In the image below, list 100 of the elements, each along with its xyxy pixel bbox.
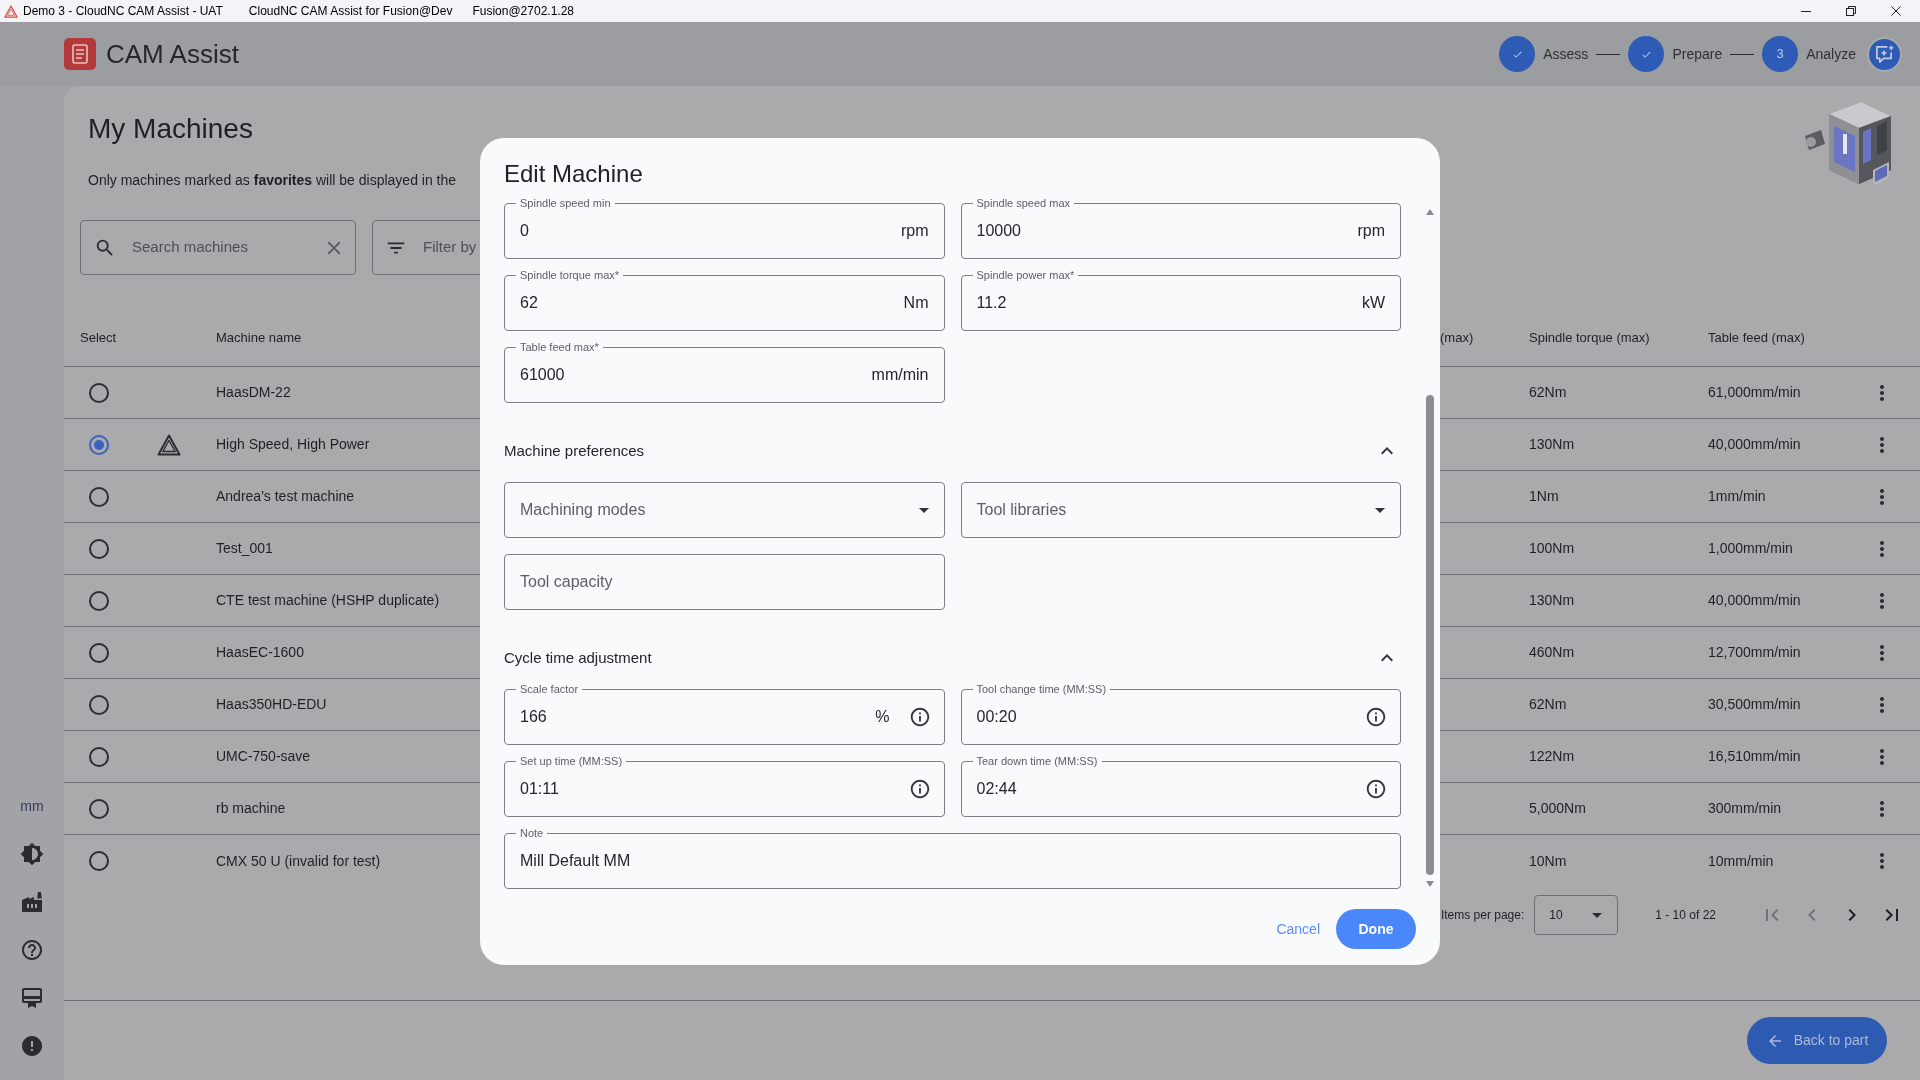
column-header: Table feed (max) xyxy=(1708,328,1805,347)
radio-button[interactable] xyxy=(89,746,109,767)
machine-name-cell-text: Test_001 xyxy=(216,539,273,558)
table-feed-cell-text: 10mm/min xyxy=(1708,851,1774,871)
field-label: Tear down time (MM:SS) xyxy=(975,755,1099,767)
section-title: Machine preferences xyxy=(504,440,645,461)
step-label: Assess xyxy=(1543,44,1589,64)
help-icon[interactable] xyxy=(20,938,44,962)
spindle-torque-cell-text: 130Nm xyxy=(1529,435,1575,454)
table-feed-cell-text: 300mm/min xyxy=(1708,799,1782,818)
brightness-icon[interactable] xyxy=(20,842,44,866)
feedback-button[interactable] xyxy=(1867,36,1902,72)
input-field[interactable]: Spindle power max* 11.2 kW xyxy=(960,269,1401,331)
field-label: Scale factor xyxy=(519,683,580,695)
input-field[interactable]: Spindle speed min 0 rpm xyxy=(504,197,945,259)
input-field[interactable]: Tear down time (MM:SS) 02:44 xyxy=(960,755,1401,817)
table-feed-cell-text: 30,500mm/min xyxy=(1708,695,1801,714)
page-size-select[interactable]: 10 xyxy=(1534,895,1619,935)
radio-button[interactable] xyxy=(89,486,109,507)
unit-toggle[interactable]: mm xyxy=(20,794,44,818)
note-field[interactable]: Note Mill Default MM xyxy=(504,827,1401,889)
field-label: Spindle speed min xyxy=(519,197,612,209)
machine-name-cell-text: High Speed, High Power xyxy=(216,435,370,454)
dialog-title: Edit Machine xyxy=(504,160,643,187)
spindle-torque-cell-text: 130Nm xyxy=(1529,591,1575,610)
input-field[interactable]: Scale factor 166 % xyxy=(504,683,945,745)
table-feed-cell-text: 40,000mm/min xyxy=(1708,435,1801,454)
field-label: Table feed max* xyxy=(519,341,600,353)
field-label: Spindle torque max* xyxy=(519,269,621,281)
app-name: CAM Assist xyxy=(106,38,239,70)
spindle-torque-cell-text: 122Nm xyxy=(1529,747,1575,766)
input-field[interactable]: Table feed max* 61000 mm/min xyxy=(504,341,945,403)
column-header: (max) xyxy=(1440,328,1474,347)
unit-label: mm/min xyxy=(871,365,929,385)
dropdown-caret-icon xyxy=(1375,507,1385,513)
radio-button[interactable] xyxy=(89,434,109,455)
spindle-torque-cell-text: 100Nm xyxy=(1529,539,1575,558)
radio-button[interactable] xyxy=(89,642,109,663)
field-label: Tool change time (MM:SS) xyxy=(975,683,1108,695)
field-label: Spindle speed max xyxy=(975,197,1072,209)
spindle-torque-cell-text: 1Nm xyxy=(1529,487,1559,506)
table-feed-cell-text: 1mm/min xyxy=(1708,487,1766,506)
field-label: Spindle power max* xyxy=(975,269,1076,281)
notice-text: Only machines marked as favorites will be displayed in the xyxy=(88,171,457,190)
spindle-torque-cell-text: 62Nm xyxy=(1529,383,1567,402)
page-title: My Machines xyxy=(88,112,253,146)
input-field[interactable]: Set up time (MM:SS) 01:11 xyxy=(504,755,945,817)
select-field[interactable]: Tool libraries xyxy=(960,482,1401,538)
unit-label: rpm xyxy=(1357,221,1385,241)
section-title: Cycle time adjustment xyxy=(504,647,652,668)
input-field[interactable]: Spindle torque max* 62 Nm xyxy=(504,269,945,331)
window-title: Demo 3 - CloudNC CAM Assist - UAT xyxy=(23,3,223,20)
card-icon[interactable] xyxy=(20,986,44,1010)
radio-button[interactable] xyxy=(89,538,109,559)
table-feed-cell-text: 61,000mm/min xyxy=(1708,383,1801,402)
input-field[interactable]: Tool change time (MM:SS) 00:20 xyxy=(960,683,1401,745)
select-field[interactable]: Machining modes xyxy=(504,482,945,538)
unit-label: % xyxy=(875,707,890,727)
close-icon[interactable] xyxy=(1890,6,1901,16)
radio-button[interactable] xyxy=(89,851,109,871)
column-header: Spindle torque (max) xyxy=(1529,328,1650,347)
unit-label: Nm xyxy=(903,293,929,313)
input-field[interactable]: Tool capacity xyxy=(504,554,945,610)
machine-name-cell-text: HaasEC-1600 xyxy=(216,643,304,662)
unit-label: kW xyxy=(1361,293,1385,313)
radio-button[interactable] xyxy=(89,798,109,819)
scroll-up-arrow-icon[interactable] xyxy=(1426,209,1434,215)
spindle-torque-cell-text: 5,000Nm xyxy=(1529,799,1586,818)
column-header: Select xyxy=(80,328,117,347)
message-sparkle-icon xyxy=(1875,44,1894,64)
input-field[interactable]: Spindle speed max 10000 rpm xyxy=(960,197,1401,259)
spindle-torque-cell-text: 460Nm xyxy=(1529,643,1575,662)
factory-icon[interactable] xyxy=(20,890,44,914)
app-logo-icon xyxy=(64,38,96,70)
restore-icon[interactable] xyxy=(1845,6,1856,16)
machine-name-cell-text: Andrea's test machine xyxy=(216,487,355,506)
environment-label: CloudNC CAM Assist for Fusion@Dev xyxy=(248,3,453,20)
machine-name-cell-text: UMC-750-save xyxy=(216,747,311,766)
radio-button[interactable] xyxy=(89,694,109,715)
field-label: Set up time (MM:SS) xyxy=(519,755,624,767)
machine-name-cell-text: CMX 50 U (invalid for test) xyxy=(216,851,381,871)
step-label: Prepare xyxy=(1672,44,1723,64)
dropdown-caret-icon xyxy=(1592,912,1603,918)
version-label: Fusion@2702.1.28 xyxy=(472,3,574,20)
scroll-down-arrow-icon[interactable] xyxy=(1426,881,1434,887)
field-label: Note xyxy=(519,827,545,839)
radio-button[interactable] xyxy=(89,382,109,403)
spindle-torque-cell-text: 62Nm xyxy=(1529,695,1567,714)
app-logo-icon xyxy=(4,4,18,18)
machine-name-cell-text: Haas350HD-EDU xyxy=(216,695,327,714)
column-header: Machine name xyxy=(216,328,302,347)
unit-label: rpm xyxy=(900,221,929,241)
minimize-icon[interactable] xyxy=(1800,10,1811,12)
items-per-page-label: Items per page: xyxy=(1440,907,1525,924)
step-number: 3 xyxy=(1762,36,1799,72)
page-range-label: 1 - 10 of 22 xyxy=(1655,907,1716,924)
scrollbar-thumb[interactable] xyxy=(1426,395,1434,875)
search-field[interactable]: Search machines xyxy=(80,220,356,275)
alert-icon[interactable] xyxy=(20,1034,44,1058)
radio-button[interactable] xyxy=(89,590,109,611)
